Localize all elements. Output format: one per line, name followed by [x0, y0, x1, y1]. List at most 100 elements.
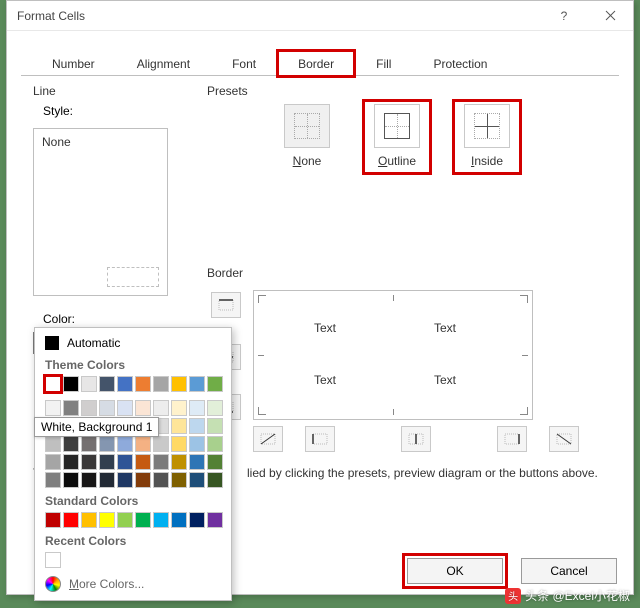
color-swatch[interactable] [171, 436, 187, 452]
color-swatch[interactable] [135, 436, 151, 452]
color-swatch[interactable] [153, 376, 169, 392]
color-swatch[interactable] [117, 454, 133, 470]
color-swatch[interactable] [63, 376, 79, 392]
color-swatch[interactable] [45, 436, 61, 452]
color-swatch[interactable] [153, 400, 169, 416]
color-swatch[interactable] [189, 454, 205, 470]
border-middle-v-button[interactable] [401, 426, 431, 452]
color-swatch[interactable] [153, 436, 169, 452]
color-swatch[interactable] [171, 472, 187, 488]
color-swatch[interactable] [189, 436, 205, 452]
color-swatch[interactable] [63, 454, 79, 470]
border-preview[interactable]: Text Text Text Text [253, 290, 533, 420]
color-swatch[interactable] [117, 400, 133, 416]
color-swatch[interactable] [117, 512, 133, 528]
preview-text-bl: Text [314, 373, 336, 387]
color-swatch[interactable] [45, 454, 61, 470]
color-swatch[interactable] [207, 472, 223, 488]
color-swatch[interactable] [81, 454, 97, 470]
color-swatch[interactable] [171, 454, 187, 470]
color-swatch[interactable] [171, 400, 187, 416]
tab-protection[interactable]: Protection [412, 50, 508, 77]
watermark-text: 头条 @Excel小花椒 [525, 587, 630, 604]
border-left-button[interactable] [305, 426, 335, 452]
color-swatch[interactable] [45, 400, 61, 416]
color-swatch[interactable] [171, 376, 187, 392]
color-swatch[interactable] [207, 418, 223, 434]
color-swatch[interactable] [135, 512, 151, 528]
border-top-button[interactable] [211, 292, 241, 318]
color-swatch[interactable] [45, 472, 61, 488]
color-swatch[interactable] [189, 472, 205, 488]
ok-button[interactable]: OK [407, 558, 503, 584]
help-button[interactable]: ? [541, 1, 587, 31]
more-colors-label: More Colors... [69, 577, 144, 591]
preset-none[interactable]: None [277, 104, 337, 170]
color-swatch[interactable] [135, 400, 151, 416]
color-swatch[interactable] [117, 376, 133, 392]
border-right-button[interactable] [497, 426, 527, 452]
color-swatch[interactable] [81, 512, 97, 528]
color-swatch[interactable] [45, 376, 61, 392]
color-swatch[interactable] [171, 512, 187, 528]
color-swatch[interactable] [63, 436, 79, 452]
color-swatch[interactable] [63, 512, 79, 528]
color-swatch[interactable] [81, 472, 97, 488]
preview-text-tl: Text [314, 321, 336, 335]
color-swatch[interactable] [99, 400, 115, 416]
color-swatch[interactable] [207, 436, 223, 452]
color-swatch[interactable] [45, 512, 61, 528]
color-swatch[interactable] [135, 376, 151, 392]
border-diag-down-button[interactable] [549, 426, 579, 452]
color-swatch[interactable] [189, 400, 205, 416]
color-swatch[interactable] [189, 418, 205, 434]
color-swatch[interactable] [153, 512, 169, 528]
color-swatch[interactable] [117, 436, 133, 452]
color-swatch[interactable] [99, 454, 115, 470]
style-selection-icon [107, 267, 159, 287]
color-swatch[interactable] [153, 454, 169, 470]
tab-fill[interactable]: Fill [355, 50, 412, 77]
border-diag-up-button[interactable] [253, 426, 283, 452]
tab-border[interactable]: Border [277, 50, 355, 77]
color-swatch[interactable] [45, 552, 61, 568]
border-diag-dn-icon [555, 432, 573, 446]
color-wheel-icon [45, 576, 61, 592]
color-swatch[interactable] [99, 436, 115, 452]
tab-alignment[interactable]: Alignment [116, 50, 211, 77]
color-swatch[interactable] [99, 376, 115, 392]
color-swatch[interactable] [81, 376, 97, 392]
theme-colors-row [35, 374, 231, 394]
color-swatch[interactable] [153, 472, 169, 488]
more-colors[interactable]: More Colors... [35, 570, 231, 592]
window-buttons: ? [541, 1, 633, 31]
color-swatch[interactable] [189, 512, 205, 528]
color-swatch[interactable] [99, 512, 115, 528]
color-picker-popup: Automatic Theme Colors Standard Colors R… [34, 327, 232, 601]
color-swatch[interactable] [207, 454, 223, 470]
color-swatch[interactable] [207, 400, 223, 416]
preset-inside[interactable]: Inside [457, 104, 517, 170]
preset-outline-label: Outline [367, 154, 427, 168]
color-automatic[interactable]: Automatic [35, 332, 231, 354]
color-swatch[interactable] [81, 400, 97, 416]
tab-font[interactable]: Font [211, 50, 277, 77]
color-swatch[interactable] [63, 400, 79, 416]
color-swatch[interactable] [135, 472, 151, 488]
color-swatch[interactable] [189, 376, 205, 392]
cancel-button[interactable]: Cancel [521, 558, 617, 584]
color-swatch[interactable] [63, 472, 79, 488]
tab-number[interactable]: Number [31, 50, 116, 77]
color-swatch[interactable] [207, 512, 223, 528]
preview-text-br: Text [434, 373, 456, 387]
color-swatch[interactable] [81, 436, 97, 452]
color-swatch[interactable] [171, 418, 187, 434]
color-swatch[interactable] [135, 454, 151, 470]
line-style-list[interactable]: None [33, 128, 168, 296]
standard-colors-label: Standard Colors [35, 490, 231, 510]
color-swatch[interactable] [117, 472, 133, 488]
close-button[interactable] [587, 1, 633, 31]
color-swatch[interactable] [207, 376, 223, 392]
color-swatch[interactable] [99, 472, 115, 488]
preset-outline[interactable]: Outline [367, 104, 427, 170]
